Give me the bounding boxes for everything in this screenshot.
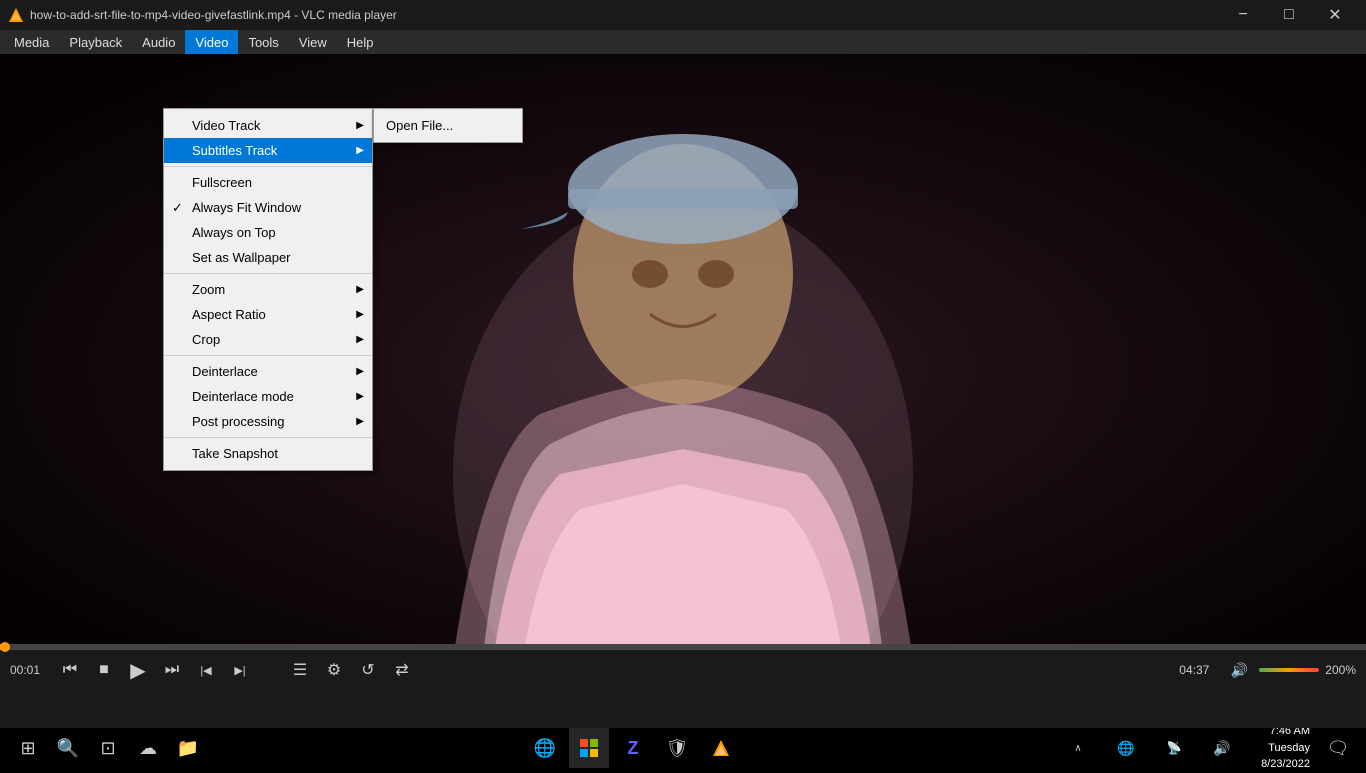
taskbar-app-mafia[interactable]: Z — [613, 728, 653, 768]
player-controls: 00:01 ⏮ ■ ▶ ⏭ |◀ ▶| ☰ ⚙ ↺ ⇄ 04:37 — [0, 644, 1366, 728]
loop-button[interactable]: ↺ — [354, 656, 382, 684]
frame-prev-button[interactable]: |◀ — [192, 656, 220, 684]
frame-next-button[interactable]: ▶| — [226, 656, 254, 684]
playlist-button[interactable]: ☰ — [286, 656, 314, 684]
menu-help[interactable]: Help — [337, 30, 384, 54]
file-explorer-button[interactable]: 📁 — [168, 728, 208, 768]
play-button[interactable]: ▶ — [124, 656, 152, 684]
subtitles-submenu: Open File... — [373, 108, 523, 143]
menu-item-aspect-ratio[interactable]: Aspect Ratio — [164, 302, 372, 327]
vlc-app-icon — [8, 7, 24, 23]
widgets-button[interactable]: ☁ — [128, 728, 168, 768]
menu-item-deinterlace-mode[interactable]: Deinterlace mode — [164, 384, 372, 409]
menubar: Media Playback Audio Video Tools View He… — [0, 30, 1366, 54]
time-total: 04:37 — [1169, 663, 1209, 677]
menu-media[interactable]: Media — [4, 30, 59, 54]
titlebar-controls: − □ ✕ — [1220, 0, 1358, 30]
menu-tools[interactable]: Tools — [238, 30, 288, 54]
menu-item-open-file[interactable]: Open File... — [374, 113, 522, 138]
volume-fill — [1259, 668, 1319, 672]
titlebar: how-to-add-srt-file-to-mp4-video-givefas… — [0, 0, 1366, 30]
menu-item-post-processing[interactable]: Post processing — [164, 409, 372, 434]
prev-button[interactable]: ⏮ — [56, 656, 84, 684]
controls-bottom: 00:01 ⏮ ■ ▶ ⏭ |◀ ▶| ☰ ⚙ ↺ ⇄ 04:37 — [0, 650, 1366, 690]
menu-item-take-snapshot[interactable]: Take Snapshot — [164, 441, 372, 466]
separator-3 — [164, 355, 372, 356]
volume-label: 200% — [1325, 663, 1356, 677]
tray-arrow-button[interactable]: ∧ — [1058, 728, 1098, 768]
next-button[interactable]: ⏭ — [158, 656, 186, 684]
taskbar-app-store[interactable] — [569, 728, 609, 768]
maximize-button[interactable]: □ — [1266, 0, 1312, 30]
tray-icon-volume[interactable]: 🔊 — [1202, 728, 1242, 768]
menu-audio[interactable]: Audio — [132, 30, 185, 54]
menu-item-video-track[interactable]: Video Track — [164, 113, 372, 138]
clock-date-day: Tuesday — [1250, 740, 1310, 757]
search-button[interactable]: 🔍 — [48, 728, 88, 768]
system-taskbar: ⊞ 🔍 ⊡ ☁ 📁 🌐 Z 🛡 — [0, 728, 1366, 768]
progress-bar-container[interactable] — [0, 644, 1366, 650]
stop-button[interactable]: ■ — [90, 656, 118, 684]
notification-button[interactable]: 🗨 — [1318, 728, 1358, 768]
menu-item-set-as-wallpaper[interactable]: Set as Wallpaper — [164, 245, 372, 270]
app-wrapper: how-to-add-srt-file-to-mp4-video-givefas… — [0, 0, 1366, 768]
close-button[interactable]: ✕ — [1312, 0, 1358, 30]
minimize-button[interactable]: − — [1220, 0, 1266, 30]
tray-icon-network2[interactable]: 📡 — [1154, 728, 1194, 768]
menu-playback[interactable]: Playback — [59, 30, 132, 54]
menu-item-crop[interactable]: Crop — [164, 327, 372, 352]
taskbar-app-vlc[interactable] — [701, 728, 741, 768]
clock-date-full: 8/23/2022 — [1250, 756, 1310, 773]
system-clock[interactable]: 7:46 AM Tuesday 8/23/2022 — [1250, 723, 1310, 773]
titlebar-title: how-to-add-srt-file-to-mp4-video-givefas… — [30, 8, 1220, 22]
taskbar-center: 🌐 Z 🛡 — [208, 728, 1058, 768]
taskbar-app-shield[interactable]: 🛡 — [657, 728, 697, 768]
video-dropdown-menu: Video Track Subtitles Track Fullscreen A… — [163, 108, 373, 471]
menu-item-always-fit-window[interactable]: Always Fit Window — [164, 195, 372, 220]
menu-item-deinterlace[interactable]: Deinterlace — [164, 359, 372, 384]
tray-icon-network[interactable]: 🌐 — [1106, 728, 1146, 768]
menu-item-zoom[interactable]: Zoom — [164, 277, 372, 302]
progress-indicator — [0, 642, 10, 652]
volume-bar[interactable] — [1259, 668, 1319, 672]
start-button[interactable]: ⊞ — [8, 728, 48, 768]
separator-2 — [164, 273, 372, 274]
separator-4 — [164, 437, 372, 438]
menu-item-fullscreen[interactable]: Fullscreen — [164, 170, 372, 195]
extended-settings-button[interactable]: ⚙ — [320, 656, 348, 684]
menu-video[interactable]: Video — [185, 30, 238, 54]
menu-view[interactable]: View — [289, 30, 337, 54]
shuffle-button[interactable]: ⇄ — [388, 656, 416, 684]
taskbar-app-chrome[interactable]: 🌐 — [525, 728, 565, 768]
volume-icon-button[interactable]: 🔊 — [1225, 656, 1253, 684]
task-view-button[interactable]: ⊡ — [88, 728, 128, 768]
menu-item-subtitles-track[interactable]: Subtitles Track — [164, 138, 372, 163]
separator-1 — [164, 166, 372, 167]
time-current: 00:01 — [10, 663, 50, 677]
taskbar-right: ∧ 🌐 📡 🔊 7:46 AM Tuesday 8/23/2022 🗨 — [1058, 723, 1358, 773]
main-content: Video Track Subtitles Track Fullscreen A… — [0, 54, 1366, 728]
menu-item-always-on-top[interactable]: Always on Top — [164, 220, 372, 245]
